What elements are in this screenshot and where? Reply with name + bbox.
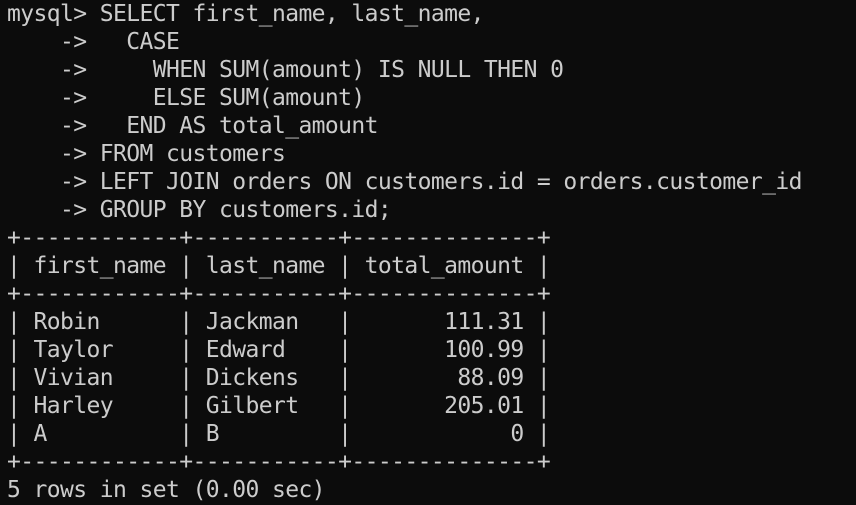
query-continuation-line: -> ELSE SUM(amount) (7, 85, 365, 111)
query-continuation-line: -> END AS total_amount (7, 113, 379, 139)
table-row: | Vivian | Dickens | 88.09 | (7, 365, 551, 391)
table-border-top: +------------+-----------+--------------… (7, 225, 551, 251)
table-border-bottom: +------------+-----------+--------------… (7, 449, 551, 475)
query-continuation-line: -> CASE (7, 29, 180, 55)
query-continuation-line: -> WHEN SUM(amount) IS NULL THEN 0 (7, 57, 564, 83)
query-continuation-line: -> FROM customers (7, 141, 286, 167)
result-summary: 5 rows in set (0.00 sec) (7, 477, 326, 503)
table-header-row: | first_name | last_name | total_amount … (7, 253, 551, 279)
query-prompt-line: mysql> SELECT first_name, last_name, (7, 1, 485, 27)
table-row: | A | B | 0 | (7, 421, 551, 447)
table-row: | Taylor | Edward | 100.99 | (7, 337, 551, 363)
query-continuation-line: -> GROUP BY customers.id; (7, 197, 392, 223)
table-row: | Robin | Jackman | 111.31 | (7, 309, 551, 335)
table-header-border: +------------+-----------+--------------… (7, 281, 551, 307)
terminal-window[interactable]: mysql> SELECT first_name, last_name, -> … (0, 0, 856, 505)
table-row: | Harley | Gilbert | 205.01 | (7, 393, 551, 419)
query-continuation-line: -> LEFT JOIN orders ON customers.id = or… (7, 169, 802, 195)
